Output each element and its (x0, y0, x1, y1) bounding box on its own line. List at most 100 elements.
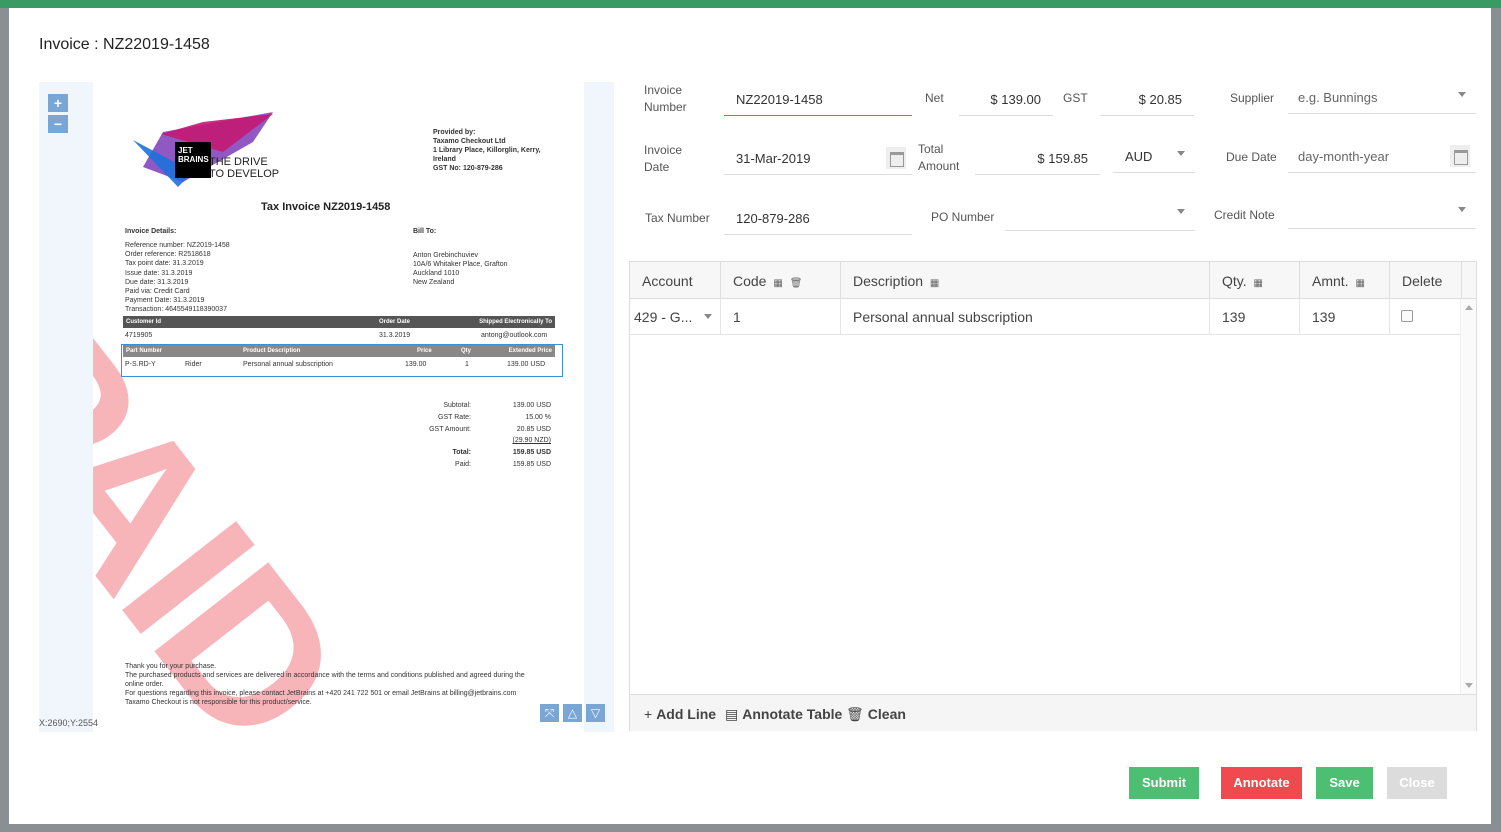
invoice-date-input[interactable]: 31-Mar-2019 (724, 141, 912, 175)
tax-number-label: Tax Number (645, 211, 710, 225)
invoice-details-label: Invoice Details: (125, 228, 177, 235)
credit-note-select[interactable] (1288, 195, 1476, 229)
table-cell: 31.3.2019 (379, 332, 411, 339)
footer-line: The purchased products and services are … (125, 672, 525, 679)
account-select[interactable]: 429 - G... (630, 299, 721, 335)
gst-input[interactable]: $ 20.85 (1100, 82, 1194, 116)
total-amount-label: Total Amount (918, 142, 960, 173)
page-down-button[interactable]: ▽ (586, 704, 605, 722)
calendar-icon[interactable] (886, 147, 906, 169)
calendar-icon[interactable] (1450, 145, 1470, 167)
columns-icon[interactable]: ▦ (1355, 278, 1364, 289)
annotate-button[interactable]: Annotate (1221, 767, 1302, 799)
document-preview[interactable]: JET BRAINS THE DRIVE TO DEVELOP Provided… (39, 82, 614, 732)
total-value: 15.00 % (525, 413, 551, 421)
total-label: Total: (452, 449, 471, 457)
table-header-cell: Qty (461, 348, 472, 354)
description-cell[interactable]: Personal annual subscription (841, 299, 1210, 335)
trash-icon[interactable]: 🗑 (790, 278, 803, 289)
columns-icon[interactable]: ▦ (773, 278, 782, 289)
column-header-account[interactable]: Account (630, 262, 721, 299)
add-line-button[interactable]: + Add Line (644, 706, 716, 722)
grid-scrollbar[interactable] (1460, 299, 1476, 694)
zoom-in-button[interactable]: + (48, 94, 68, 112)
chevron-down-icon (704, 314, 712, 319)
invoice-number-label: Invoice Number (644, 83, 687, 114)
column-header-label: Amnt. (1312, 273, 1349, 289)
detail-line: Tax point date: 31.3.2019 (125, 260, 204, 268)
net-label: Net (925, 91, 944, 105)
table-header-cell: Order Date (379, 319, 411, 325)
detail-line: Payment Date: 31.3.2019 (125, 297, 205, 305)
code-cell[interactable]: 1 (721, 299, 841, 335)
close-button[interactable]: Close (1387, 767, 1447, 799)
totals-values: 139.00 USD 15.00 % 20.85 USD (29.90 NZD)… (493, 400, 551, 471)
table-icon: ▤ (725, 706, 739, 722)
trash-icon: 🗑 (846, 706, 864, 722)
jetbrains-logo: JET BRAINS THE DRIVE TO DEVELOP (133, 112, 283, 192)
footer-line: online order. (125, 681, 164, 688)
fit-page-button[interactable]: ⤧ (540, 704, 559, 722)
bill-to-line: Anton Grebinchuviev (413, 252, 478, 259)
currency-select[interactable]: AUD (1113, 139, 1195, 173)
columns-icon[interactable]: ▦ (930, 278, 939, 289)
qty-cell[interactable]: 139 (1210, 299, 1300, 335)
table-header-cell: Price (417, 348, 432, 354)
table-cell: 139.00 USD (507, 361, 546, 368)
logo-jb: JET BRAINS (175, 142, 211, 178)
invoice-date-label: Invoice Date (644, 143, 683, 174)
table-cell: Personal annual subscription (243, 361, 333, 368)
scroll-down-icon[interactable] (1465, 683, 1473, 688)
detail-line: Order reference: R2518618 (125, 251, 211, 259)
total-value: 20.85 USD (516, 425, 551, 433)
scroll-up-icon[interactable] (1465, 305, 1473, 310)
total-amount-input[interactable]: $ 159.85 (975, 141, 1100, 175)
column-header-description[interactable]: Description ▦ (841, 262, 1210, 299)
column-header-qty[interactable]: Qty. ▦ (1210, 262, 1300, 299)
columns-icon[interactable]: ▦ (1254, 278, 1263, 289)
table-row[interactable]: 429 - G... 1 Personal annual subscriptio… (630, 299, 1460, 335)
delete-checkbox[interactable] (1401, 310, 1413, 322)
table-cell: Rider (185, 361, 202, 368)
tax-number-input[interactable]: 120-879-286 (724, 201, 912, 235)
top-accent-bar (0, 0, 1501, 8)
logo-tagline: THE DRIVE TO DEVELOP (209, 156, 279, 180)
column-header-code[interactable]: Code ▦ 🗑 (721, 262, 841, 299)
due-date-input[interactable]: day-month-year (1288, 139, 1476, 173)
po-number-select[interactable] (1005, 197, 1195, 231)
total-label: GST Amount: (429, 425, 471, 433)
footer-line: Taxamo Checkout is not responsible for t… (125, 699, 312, 706)
net-input[interactable]: $ 139.00 (959, 82, 1053, 116)
clean-label: Clean (867, 706, 906, 722)
column-header-delete[interactable]: Delete (1390, 262, 1462, 299)
detail-line: Issue date: 31.3.2019 (125, 269, 193, 277)
bill-to-line: New Zealand (413, 279, 455, 286)
bill-to-label: Bill To: (413, 228, 437, 235)
due-date-placeholder: day-month-year (1298, 149, 1390, 164)
provided-by: Provided by: Taxamo Checkout Ltd 1 Libra… (433, 128, 541, 173)
submit-button[interactable]: Submit (1129, 767, 1199, 799)
column-header-amnt[interactable]: Amnt. ▦ (1300, 262, 1390, 299)
due-date-label: Due Date (1226, 150, 1277, 164)
invoice-number-input[interactable]: NZ22019-1458 (724, 82, 912, 116)
total-value: 139.00 USD (512, 402, 551, 409)
clean-button[interactable]: 🗑 Clean (846, 706, 906, 723)
po-number-label: PO Number (931, 210, 995, 224)
total-label: GST Rate: (438, 413, 471, 421)
annotate-table-button[interactable]: ▤ Annotate Table (725, 706, 842, 723)
provided-by-line: 1 Library Place, Killorglin, Kerry, (433, 147, 541, 154)
grid-header: Account Code ▦ 🗑 Description ▦ Qty. ▦ Am… (630, 262, 1476, 299)
supplier-select[interactable]: e.g. Bunnings (1288, 80, 1476, 114)
logo-tagline-2: TO DEVELOP (209, 168, 280, 180)
amnt-cell[interactable]: 139 (1300, 299, 1390, 335)
page-up-button[interactable]: △ (563, 704, 582, 722)
zoom-out-button[interactable]: − (48, 115, 68, 133)
detail-line: Reference number: NZ2019-1458 (125, 242, 230, 249)
table-header-cell: Shipped Electronically To (479, 319, 552, 325)
invoice-modal: Invoice : NZ22019-1458 JET BRAINS THE DR… (9, 8, 1491, 824)
save-button[interactable]: Save (1316, 767, 1373, 799)
gst-label: GST (1063, 91, 1088, 105)
supplier-placeholder: e.g. Bunnings (1298, 90, 1378, 105)
detail-line: Paid via: Credit Card (125, 288, 190, 296)
doc-title: Tax Invoice NZ2019-1458 (261, 201, 391, 213)
